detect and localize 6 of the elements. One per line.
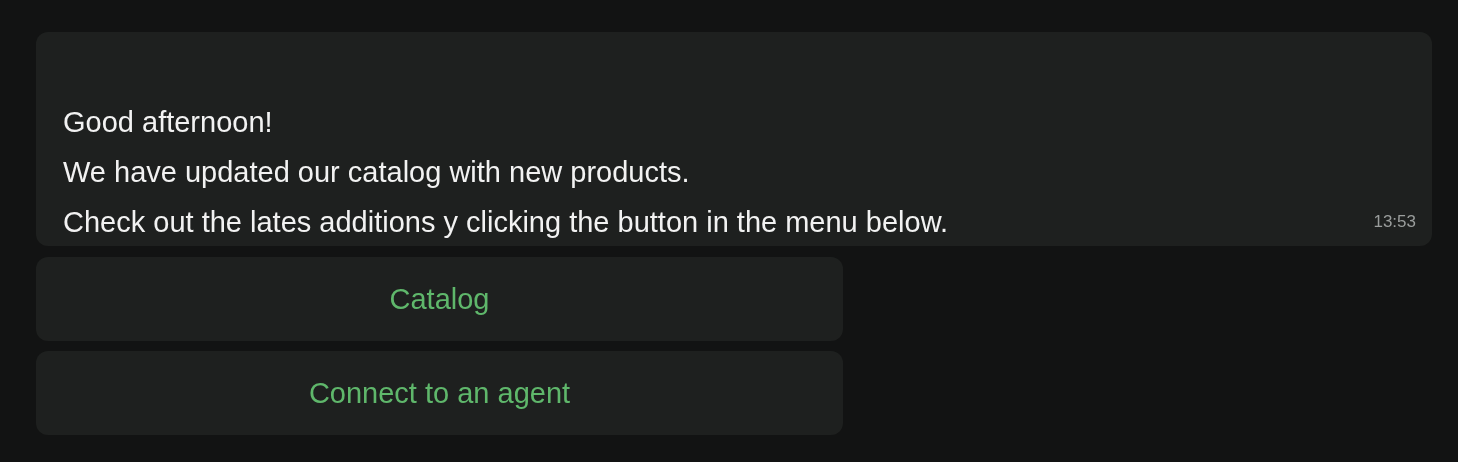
message-time: 13:53 <box>1373 212 1416 232</box>
quick-reply-button[interactable]: Catalog <box>36 257 843 341</box>
message-text: We have updated our catalog with new products. <box>63 155 691 190</box>
message-text: Check out the lates additions y clicking the button in the menu below. <box>63 205 950 240</box>
message-text: Good afternoon! <box>63 105 274 140</box>
quick-reply-button[interactable]: Connect to an agent <box>36 351 843 435</box>
